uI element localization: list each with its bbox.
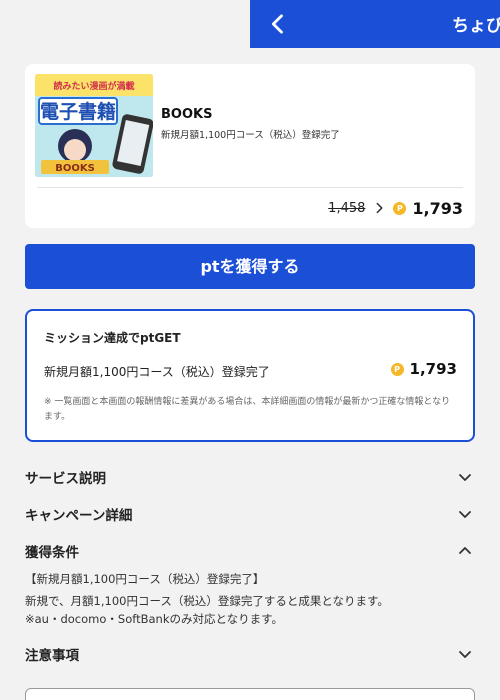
mission-condition: 新規月額1,100円コース（税込）登録完了 (44, 365, 270, 379)
price-row: 1,458 P 1,793 (328, 196, 463, 220)
get-points-button[interactable]: ptを獲得する (25, 244, 475, 289)
mission-reward-value: 1,793 (409, 360, 457, 378)
accordion-notes[interactable]: 注意事項 (25, 642, 475, 666)
accordion-campaign-label: キャンペーン詳細 (25, 508, 133, 524)
old-price: 1,458 (328, 200, 366, 216)
accordion-service-label: サービス説明 (25, 471, 106, 487)
conditions-line: 新規で、月額1,100円コース（税込）登録完了すると成果となります。 (25, 594, 389, 608)
accordion-conditions-label: 獲得条件 (25, 545, 79, 561)
back-icon[interactable] (264, 10, 292, 38)
chevron-up-icon (459, 547, 471, 554)
offer-card: 読みたい漫画が満載 電子書籍 BOOKS BOOKS 新規月額1,100円コース… (25, 64, 475, 228)
chevron-down-icon (459, 651, 471, 658)
chevron-down-icon (459, 474, 471, 481)
mission-reward: P 1,793 (390, 360, 457, 378)
offer-name: BOOKS (161, 107, 213, 122)
new-price: 1,793 (412, 198, 463, 218)
accordion-notes-label: 注意事項 (25, 648, 79, 664)
chevron-right-icon (376, 202, 383, 214)
bottom-panel (25, 688, 475, 700)
mission-note: ※ 一覧画面と本画面の報酬情報に差異がある場合は、本詳細画面の情報が最新かつ正確… (44, 397, 451, 422)
accordion-campaign[interactable]: キャンペーン詳細 (25, 502, 475, 526)
mission-box: ミッション達成でptGET 新規月額1,100円コース（税込）登録完了 P 1,… (25, 309, 475, 442)
chevron-down-icon (459, 511, 471, 518)
conditions-content: 【新規月額1,100円コース（税込）登録完了】 新規で、月額1,100円コース（… (25, 570, 475, 628)
accordion-conditions[interactable]: 獲得条件 (25, 539, 475, 563)
offer-thumbnail: 読みたい漫画が満載 電子書籍 BOOKS (35, 74, 153, 177)
accordion-service[interactable]: サービス説明 (25, 465, 475, 489)
conditions-line: ※au・docomo・SoftBankのみ対応となります。 (25, 612, 283, 626)
thumb-books: BOOKS (55, 163, 95, 174)
top-header: ちょび (250, 0, 500, 48)
offer-description: 新規月額1,100円コース（税込）登録完了 (161, 130, 340, 141)
point-coin-icon: P (390, 362, 404, 376)
thumb-caption: 読みたい漫画が満載 (53, 80, 134, 92)
header-title: ちょび (452, 16, 500, 36)
mission-title: ミッション達成でptGET (44, 331, 181, 345)
point-coin-icon: P (393, 201, 407, 215)
conditions-heading: 【新規月額1,100円コース（税込）登録完了】 (25, 572, 265, 586)
thumb-title: 電子書籍 (40, 100, 116, 123)
divider (37, 187, 463, 188)
